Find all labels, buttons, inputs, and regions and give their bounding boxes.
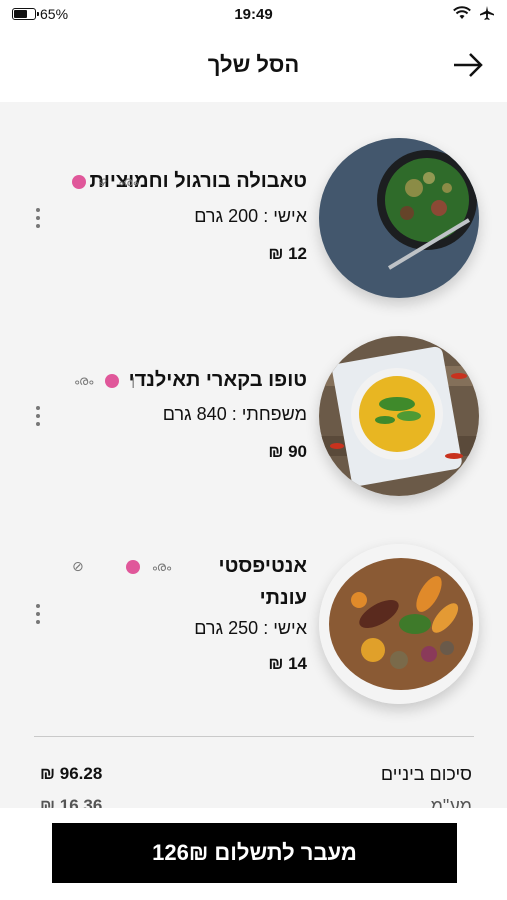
item-price: 14 ₪ (268, 654, 307, 673)
cart-item: טאבולה בורגול וחמוציות ഴ ൟ אישי : 200 גר… (0, 122, 507, 322)
item-image-tabbouleh (319, 138, 479, 298)
diet-icons: ഴ ൟ (72, 174, 138, 190)
arrow-right-icon (454, 53, 483, 77)
vegan-leaf-icon: ൟ (151, 558, 172, 574)
item-menu-button[interactable] (30, 206, 46, 230)
item-name: טופו בקארי תאילנדי (128, 369, 307, 391)
vat-value: 16.36 ₪ (40, 796, 103, 808)
vegan-leaf-icon: ൟ (74, 373, 94, 388)
page-title: הסל שלך (207, 52, 300, 77)
header: הסל שלך (0, 30, 507, 102)
diet-icons: ൟ ꞁ (74, 373, 135, 389)
item-size: משפחתי : 840 גרם (162, 404, 307, 424)
cart-list: טאבולה בורגול וחמוציות ഴ ൟ אישי : 200 גר… (0, 102, 507, 808)
beet-icon (72, 175, 86, 189)
airplane-icon (480, 6, 494, 20)
chili-icon: ꞁ (131, 373, 136, 388)
item-menu-button[interactable] (30, 602, 46, 626)
vegan-leaf-icon: ഴ (98, 174, 107, 189)
status-time: 19:49 (234, 6, 273, 23)
item-size: אישי : 250 גרם (194, 618, 307, 638)
wifi-icon (453, 6, 471, 19)
subtotal-row: סיכום ביניים 96.28 ₪ (40, 764, 472, 792)
subtotal-value: 96.28 ₪ (40, 764, 103, 783)
item-price: 12 ₪ (268, 244, 307, 263)
beet-icon (105, 374, 120, 388)
item-image-antipasti (319, 544, 479, 704)
vegan-leaf-icon: ൟ (118, 174, 138, 189)
no-gluten-icon: ⊘ (72, 558, 84, 574)
cart-item: אנטיפסטי עונתי ⊘ ൟ אישי : 250 גרם 14 ₪ (0, 532, 507, 732)
beet-icon (125, 559, 140, 574)
item-menu-button[interactable] (30, 404, 46, 428)
divider (34, 736, 474, 737)
checkout-button[interactable]: מעבר לתשלום 126₪ (52, 823, 457, 883)
item-price: 90 ₪ (268, 442, 307, 461)
vat-row: מע"מ 16.36 ₪ (40, 796, 472, 808)
status-bar: 65% 19:49 (0, 0, 507, 30)
cart-item: טופו בקארי תאילנדי ൟ ꞁ משפחתי : 840 גרם … (0, 320, 507, 520)
back-button[interactable] (451, 50, 485, 80)
item-name: אנטיפסטי עונתי (218, 555, 307, 609)
diet-icons: ⊘ ൟ (72, 558, 171, 575)
item-image-tofu-curry (319, 336, 479, 496)
vat-label: מע"מ (430, 796, 472, 808)
bottom-bar: מעבר לתשלום 126₪ (0, 808, 507, 900)
item-size: אישי : 200 גרם (194, 206, 307, 226)
subtotal-label: סיכום ביניים (380, 764, 472, 784)
